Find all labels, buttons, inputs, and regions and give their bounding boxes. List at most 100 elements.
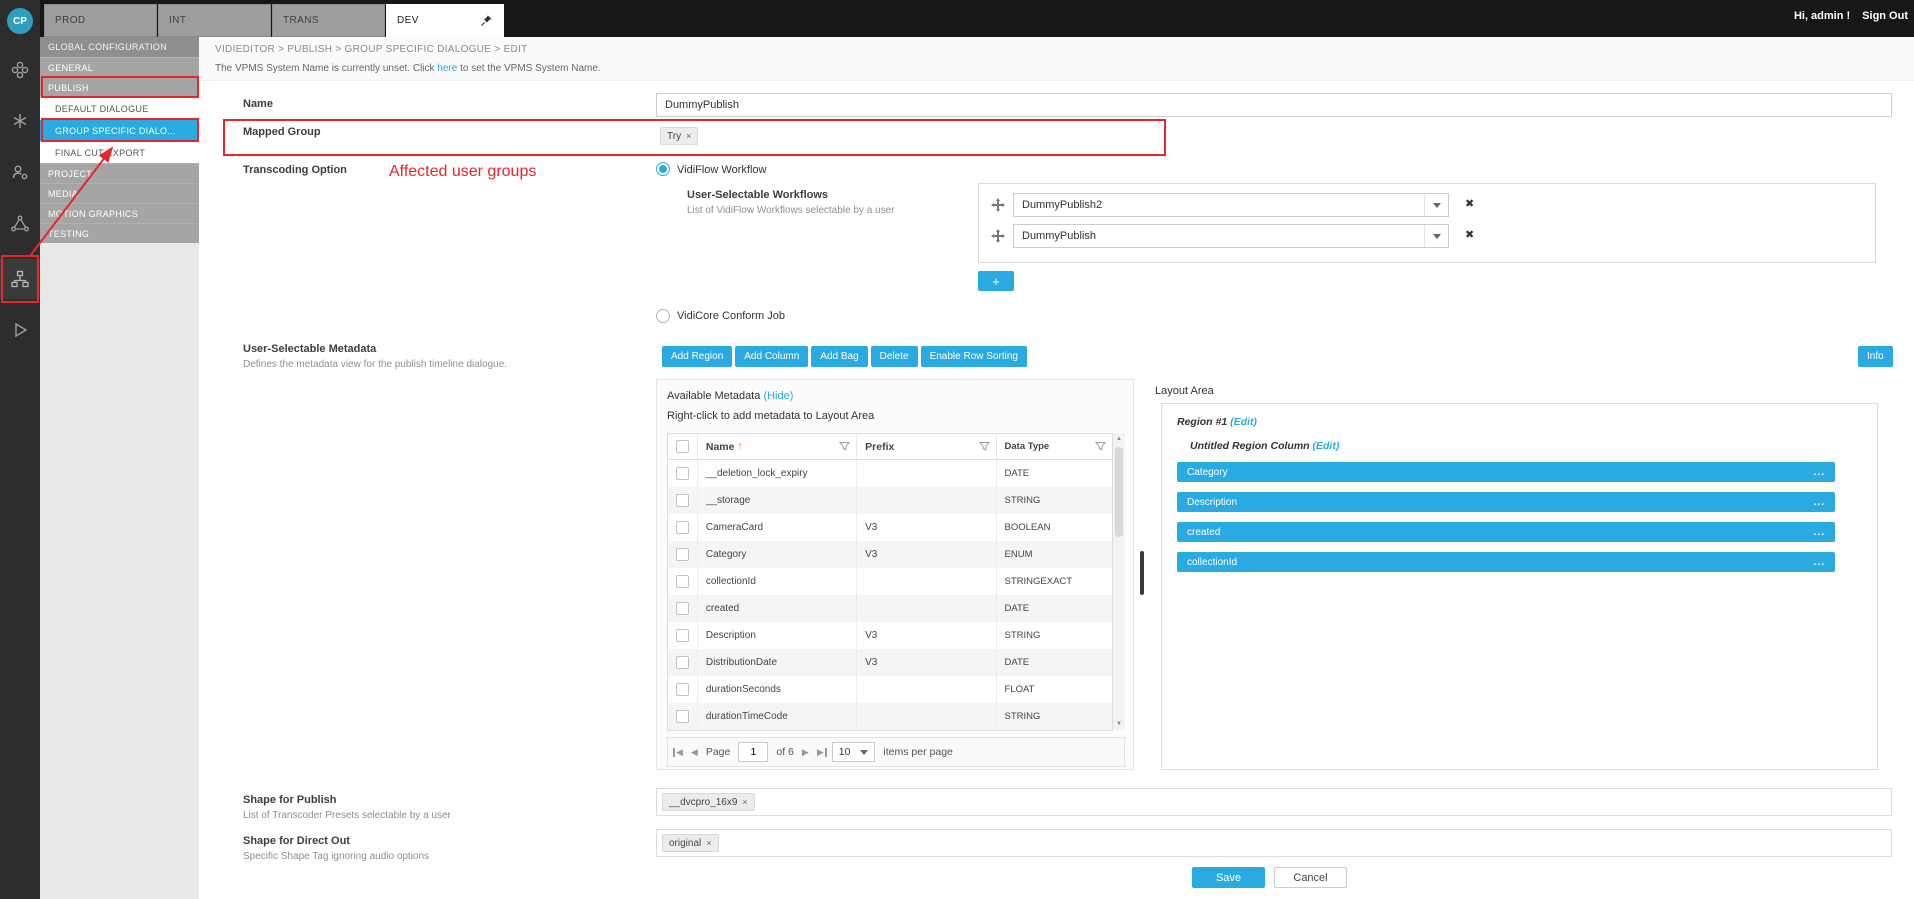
drag-handle-icon[interactable] [991, 198, 1005, 212]
table-row[interactable]: CategoryV3ENUM [668, 541, 1112, 568]
row-checkbox[interactable] [676, 629, 689, 642]
region-column-edit-link[interactable]: (Edit) [1313, 440, 1340, 452]
workflow-dropdown[interactable]: DummyPublish2 [1013, 193, 1449, 217]
table-row[interactable]: DescriptionV3STRING [668, 622, 1112, 649]
add-column-button[interactable]: Add Column [735, 346, 808, 367]
asterisk-icon[interactable] [0, 101, 40, 141]
remove-workflow-icon[interactable]: ✖ [1465, 197, 1474, 210]
tab-int[interactable]: INT [158, 4, 271, 37]
sidebar-item-testing[interactable]: TESTING [40, 223, 199, 243]
next-page-icon[interactable]: ▶ [802, 747, 809, 758]
sidebar-item-media[interactable]: MEDIA [40, 183, 199, 203]
first-page-icon[interactable]: ◀ [676, 747, 683, 758]
shape-direct-out-tag[interactable]: original× [662, 834, 719, 852]
row-checkbox[interactable] [676, 656, 689, 669]
media-services-icon[interactable] [0, 50, 40, 90]
cell-prefix [857, 568, 996, 595]
sidebar-item-final-cut-export[interactable]: FINAL CUT EXPORT [40, 141, 199, 163]
chevron-down-icon[interactable] [1424, 194, 1448, 216]
region-edit-link[interactable]: (Edit) [1230, 416, 1257, 428]
enable-row-sorting-button[interactable]: Enable Row Sorting [921, 346, 1027, 367]
layout-item-description[interactable]: Description... [1177, 492, 1835, 512]
scrollbar-thumb[interactable] [1115, 447, 1123, 537]
save-button[interactable]: Save [1192, 867, 1265, 888]
tab-prod[interactable]: PROD [44, 4, 157, 37]
table-row[interactable]: durationSecondsFLOAT [668, 676, 1112, 703]
select-all-checkbox[interactable] [676, 440, 689, 453]
chevron-down-icon[interactable] [1424, 225, 1448, 247]
add-bag-button[interactable]: Add Bag [811, 346, 867, 367]
table-row[interactable]: collectionIdSTRINGEXACT [668, 568, 1112, 595]
row-checkbox[interactable] [676, 494, 689, 507]
item-menu-icon[interactable]: ... [1814, 497, 1825, 508]
row-checkbox[interactable] [676, 683, 689, 696]
vpms-here-link[interactable]: here [437, 63, 457, 74]
page-size-select[interactable]: 10 [832, 742, 876, 762]
panel-splitter-handle[interactable] [1140, 551, 1144, 595]
sign-out-link[interactable]: Sign Out [1862, 10, 1908, 22]
table-row[interactable]: createdDATE [668, 595, 1112, 622]
shape-publish-tag[interactable]: __dvcpro_16x9× [662, 793, 755, 811]
sidebar-item-publish[interactable]: PUBLISH [40, 77, 199, 97]
layout-item-collectionid[interactable]: collectionId... [1177, 552, 1835, 572]
vidiflow-workflow-radio[interactable] [656, 162, 670, 176]
page-number-input[interactable] [738, 742, 768, 762]
table-row[interactable]: durationTimeCodeSTRING [668, 703, 1112, 730]
table-scrollbar[interactable]: ▲ ▼ [1113, 433, 1125, 730]
shape-for-direct-out-field[interactable]: original× [656, 829, 1892, 857]
info-button[interactable]: Info [1858, 346, 1893, 367]
scroll-up-icon[interactable]: ▲ [1113, 433, 1125, 445]
prev-page-icon[interactable]: ◀ [691, 747, 698, 758]
table-row[interactable]: __deletion_lock_expiryDATE [668, 460, 1112, 487]
cancel-button[interactable]: Cancel [1274, 867, 1347, 888]
remove-workflow-icon[interactable]: ✖ [1465, 228, 1474, 241]
filter-icon[interactable] [1095, 441, 1106, 452]
remove-tag-icon[interactable]: × [686, 131, 691, 141]
row-checkbox[interactable] [676, 548, 689, 561]
row-checkbox[interactable] [676, 467, 689, 480]
layout-item-category[interactable]: Category... [1177, 462, 1835, 482]
hierarchy-icon[interactable] [0, 204, 40, 244]
last-page-icon[interactable]: ▶ [817, 747, 824, 758]
sidebar-item-default-dialogue[interactable]: DEFAULT DIALOGUE [40, 97, 199, 119]
table-row[interactable]: CameraCardV3BOOLEAN [668, 514, 1112, 541]
table-row[interactable]: __storageSTRING [668, 487, 1112, 514]
mapped-group-tag[interactable]: Try× [660, 127, 698, 145]
pin-icon[interactable] [480, 14, 493, 27]
tab-dev[interactable]: DEV [386, 4, 504, 37]
user-settings-icon[interactable] [0, 152, 40, 192]
hide-link[interactable]: (Hide) [763, 390, 793, 402]
item-menu-icon[interactable]: ... [1814, 557, 1825, 568]
tab-trans[interactable]: TRANS [272, 4, 385, 37]
shape-for-publish-field[interactable]: __dvcpro_16x9× [656, 788, 1892, 816]
sidebar-item-motion-graphics[interactable]: MOTION GRAPHICS [40, 203, 199, 223]
row-checkbox[interactable] [676, 521, 689, 534]
sidebar-item-project[interactable]: PROJECT [40, 163, 199, 183]
sidebar-item-general[interactable]: GENERAL [40, 57, 199, 77]
sidebar-item-group-specific-dialogue[interactable]: GROUP SPECIFIC DIALO... [40, 119, 199, 141]
name-input[interactable] [656, 93, 1892, 117]
add-workflow-button[interactable]: + [978, 271, 1014, 291]
item-menu-icon[interactable]: ... [1814, 527, 1825, 538]
drag-handle-icon[interactable] [991, 229, 1005, 243]
filter-icon[interactable] [979, 441, 990, 452]
row-checkbox[interactable] [676, 710, 689, 723]
workflow-designer-icon[interactable] [0, 259, 40, 299]
filter-icon[interactable] [839, 441, 850, 452]
delete-button[interactable]: Delete [871, 346, 918, 367]
vidicore-conform-radio[interactable] [656, 309, 670, 323]
row-checkbox[interactable] [676, 575, 689, 588]
workflow-dropdown[interactable]: DummyPublish [1013, 224, 1449, 248]
add-region-button[interactable]: Add Region [662, 346, 732, 367]
column-header-name[interactable]: Name↑ [698, 434, 857, 459]
item-menu-icon[interactable]: ... [1814, 467, 1825, 478]
layout-item-created[interactable]: created... [1177, 522, 1835, 542]
scroll-down-icon[interactable]: ▼ [1113, 718, 1125, 730]
row-checkbox[interactable] [676, 602, 689, 615]
player-icon[interactable] [0, 310, 40, 350]
table-row[interactable]: DistributionDateV3DATE [668, 649, 1112, 676]
remove-tag-icon[interactable]: × [706, 838, 711, 848]
column-header-prefix[interactable]: Prefix [857, 434, 996, 459]
column-header-data-type[interactable]: Data Type [997, 434, 1112, 459]
remove-tag-icon[interactable]: × [742, 797, 747, 807]
